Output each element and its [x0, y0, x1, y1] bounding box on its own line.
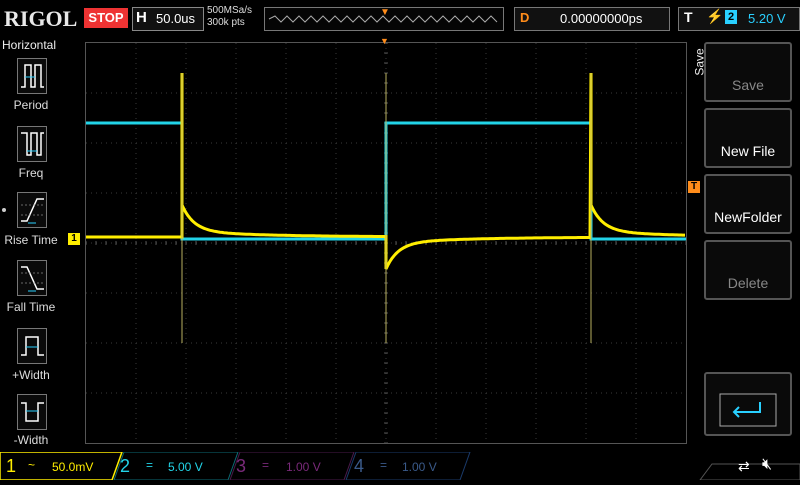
- trigger-source: 2: [725, 10, 737, 24]
- menu-page-dot-icon: [2, 208, 6, 212]
- rise-time-button[interactable]: [17, 192, 47, 228]
- new-folder-button[interactable]: NewFolder: [704, 174, 792, 234]
- ch4-label[interactable]: 4: [354, 456, 364, 477]
- frequency-button[interactable]: [17, 126, 47, 162]
- run-stop-status[interactable]: STOP: [84, 8, 128, 28]
- ch2-label[interactable]: 2: [120, 456, 130, 477]
- ch3-label[interactable]: 3: [236, 456, 246, 477]
- period-icon: [21, 64, 44, 88]
- timebase-value: 50.0us: [156, 11, 196, 26]
- period-button[interactable]: [17, 58, 47, 94]
- fall-time-button[interactable]: [17, 260, 47, 296]
- save-button-label: Save: [732, 77, 764, 93]
- ch3-scale: 1.00 V: [286, 460, 321, 474]
- trigger-type-label: T: [684, 9, 693, 25]
- rise-time-icon: [21, 198, 44, 224]
- measure-menu-title: Horizontal: [2, 38, 57, 52]
- trigger-level-marker[interactable]: T: [688, 181, 700, 193]
- negative-width-icon: [21, 402, 44, 422]
- return-icon: [719, 393, 777, 427]
- rise-time-label: Rise Time: [4, 233, 58, 247]
- new-file-button[interactable]: New File: [704, 108, 792, 168]
- sample-rate: 500MSa/s: [207, 5, 253, 16]
- frequency-label: Freq: [18, 166, 44, 180]
- new-file-button-label: New File: [720, 143, 776, 159]
- fall-time-label: Fall Time: [6, 300, 56, 314]
- ch2-coupling: =: [146, 458, 154, 472]
- trigger-position-marker-icon: ▼: [380, 7, 390, 18]
- ch1-scale: 50.0mV: [52, 460, 94, 474]
- frequency-icon: [21, 132, 44, 156]
- ch1-coupling: ~: [28, 458, 36, 472]
- ch1-offset-marker[interactable]: 1: [68, 233, 80, 245]
- trigger-level-value: 5.20 V: [748, 11, 786, 26]
- delay-value: 0.00000000ps: [560, 11, 643, 26]
- trigger-time-marker-icon: ▼: [380, 36, 389, 46]
- ch2-scale: 5.00 V: [168, 460, 203, 474]
- rising-edge-icon: ⚡: [706, 8, 724, 24]
- delete-button[interactable]: Delete: [704, 240, 792, 300]
- positive-width-icon: [21, 336, 44, 356]
- delete-button-label: Delete: [727, 275, 769, 291]
- negative-width-button[interactable]: [17, 394, 47, 430]
- positive-width-label: +Width: [12, 368, 50, 382]
- negative-width-label: -Width: [13, 433, 49, 447]
- usb-icon: ⇄: [738, 458, 750, 474]
- fall-time-icon: [21, 266, 44, 292]
- ch4-scale: 1.00 V: [402, 460, 437, 474]
- return-button[interactable]: [704, 372, 792, 436]
- new-folder-button-label: NewFolder: [714, 209, 782, 225]
- waveform-graticule: [85, 42, 687, 444]
- speaker-muted-icon[interactable]: 🔇︎: [762, 456, 772, 474]
- ch3-coupling: =: [262, 458, 270, 472]
- memory-depth: 300k pts: [207, 17, 245, 28]
- brand-logo: RIGOL: [4, 6, 78, 31]
- delay-label: D: [520, 10, 530, 25]
- ch4-coupling: =: [380, 458, 388, 472]
- timebase-label: H: [136, 9, 147, 26]
- save-button[interactable]: Save: [704, 42, 792, 102]
- positive-width-button[interactable]: [17, 328, 47, 364]
- ch1-label[interactable]: 1: [6, 456, 16, 477]
- waveform-display[interactable]: [85, 42, 687, 444]
- period-label: Period: [13, 98, 49, 112]
